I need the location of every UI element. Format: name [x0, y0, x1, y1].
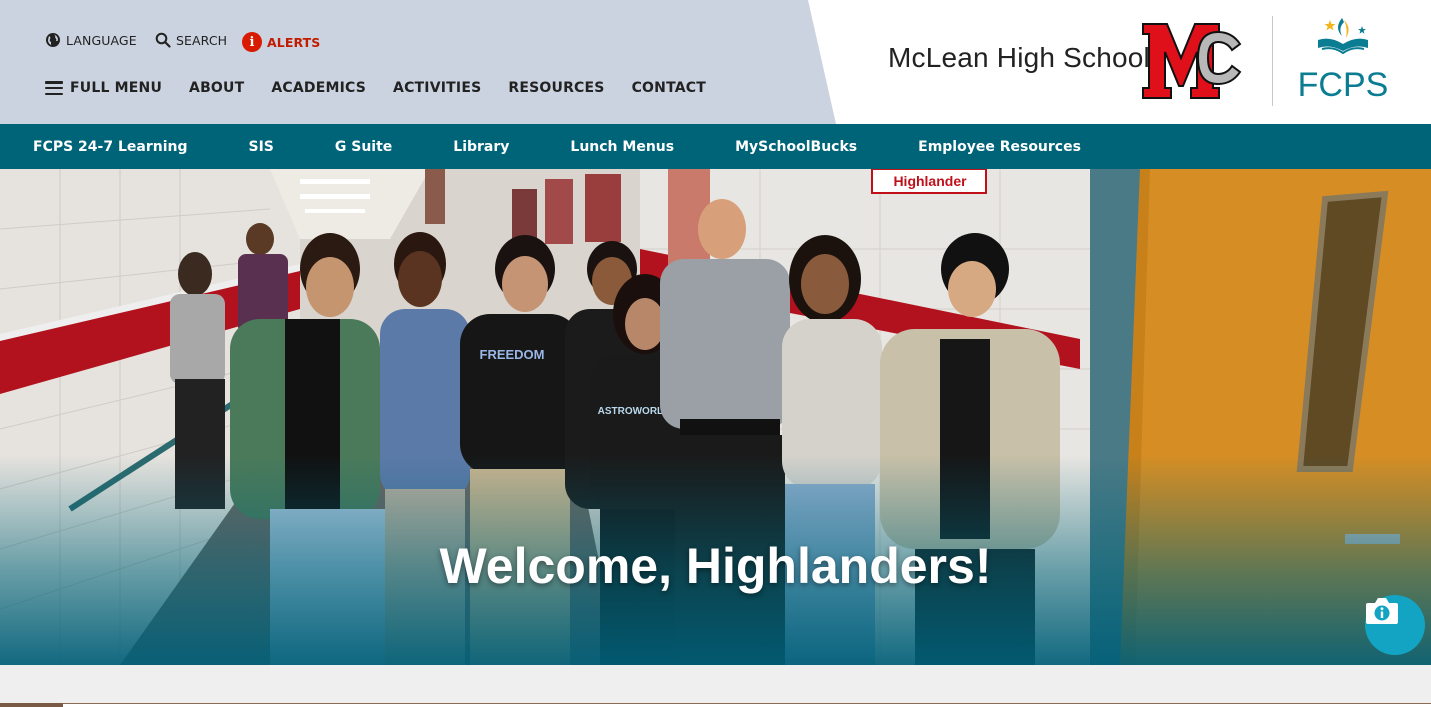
content-background	[0, 665, 1431, 707]
hero-title: Welcome, Highlanders!	[439, 538, 992, 594]
hero-banner: Highlander FREEDOM ASTROWORLD Welcome, H…	[0, 169, 1431, 665]
nav-academics[interactable]: ACADEMICS	[271, 80, 366, 96]
quick-link-fcps-24-7[interactable]: FCPS 24-7 Learning	[33, 139, 188, 155]
hamburger-icon	[45, 81, 63, 95]
content-left-edge	[0, 703, 63, 707]
search-icon	[155, 32, 171, 48]
nav-resources[interactable]: RESOURCES	[508, 80, 604, 96]
quick-link-lunch-menus[interactable]: Lunch Menus	[570, 139, 674, 155]
quick-link-employee-resources[interactable]: Employee Resources	[918, 139, 1081, 155]
school-name[interactable]: McLean High School	[888, 42, 1150, 74]
photo-info-button[interactable]	[1365, 595, 1425, 655]
search-label: SEARCH	[176, 32, 228, 48]
logo-divider	[1272, 16, 1273, 106]
quick-link-sis[interactable]: SIS	[249, 139, 274, 155]
alerts-link[interactable]: i ALERTS	[242, 32, 320, 52]
language-link[interactable]: LANGUAGE	[45, 32, 137, 48]
full-menu-button[interactable]: FULL MENU	[45, 80, 162, 96]
nav-activities[interactable]: ACTIVITIES	[393, 80, 481, 96]
main-navigation: FULL MENU ABOUT ACADEMICS ACTIVITIES RES…	[45, 80, 733, 96]
full-menu-label: FULL MENU	[70, 80, 163, 96]
nav-contact[interactable]: CONTACT	[632, 80, 706, 96]
hero-highlander-sign: Highlander	[893, 173, 967, 189]
quick-link-myschoolbucks[interactable]: MySchoolBucks	[735, 139, 857, 155]
search-link[interactable]: SEARCH	[155, 32, 227, 48]
fcps-logo-text: FCPS	[1298, 66, 1388, 102]
hero-shirt-text-2: ASTROWORLD	[598, 406, 671, 417]
quick-links-bar: FCPS 24-7 Learning SIS G Suite Library L…	[0, 124, 1431, 169]
nav-about[interactable]: ABOUT	[189, 80, 244, 96]
content-card-top-edge	[63, 703, 1431, 707]
alert-icon: i	[242, 32, 262, 52]
globe-icon	[46, 33, 60, 47]
quick-link-g-suite[interactable]: G Suite	[335, 139, 392, 155]
camera-info-icon	[1366, 598, 1398, 624]
alerts-label: ALERTS	[267, 34, 321, 50]
site-header: LANGUAGE SEARCH i ALERTS FULL MENU ABOUT…	[0, 0, 1431, 124]
language-label: LANGUAGE	[66, 32, 137, 48]
fcps-logo[interactable]: FCPS	[1298, 14, 1388, 102]
quick-link-library[interactable]: Library	[453, 139, 509, 155]
mclean-mc-logo[interactable]	[1140, 20, 1244, 102]
hero-shirt-text-1: FREEDOM	[480, 347, 545, 362]
